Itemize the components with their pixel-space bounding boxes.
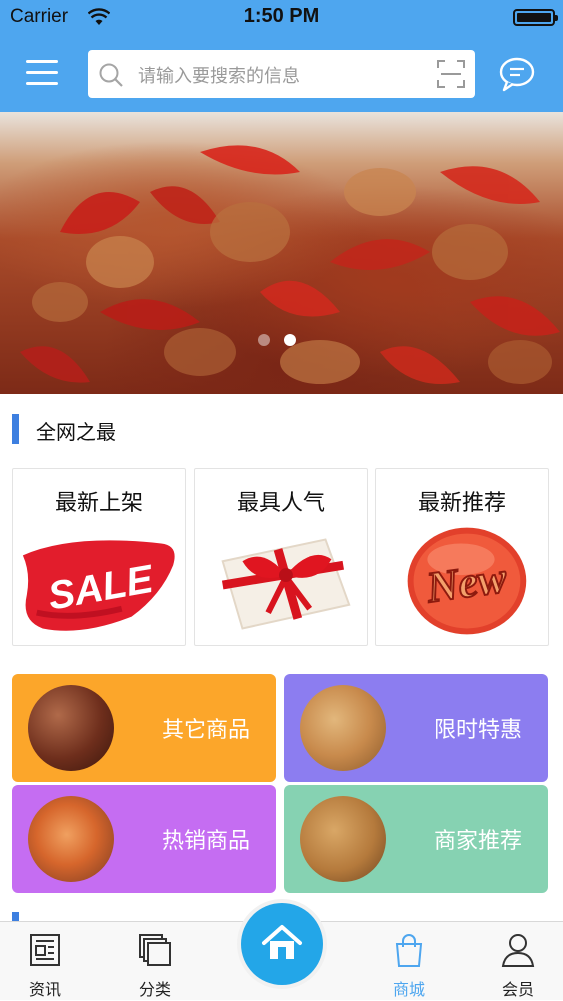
- banner-dot-active[interactable]: [284, 334, 296, 346]
- battery-icon: [513, 9, 558, 26]
- category-label: 限时特惠: [433, 718, 522, 743]
- tab-category[interactable]: 分类: [110, 922, 200, 1001]
- tab-member[interactable]: 会员: [473, 922, 563, 1001]
- category-tile-hot-sales[interactable]: 热销商品: [12, 785, 276, 893]
- category-label: 商家推荐: [433, 829, 522, 854]
- feature-card-recommended[interactable]: 最新推荐 New: [375, 468, 549, 646]
- feature-card-title: 最具人气: [236, 491, 325, 516]
- sale-badge-icon: SALE: [22, 540, 175, 631]
- menu-button[interactable]: [26, 58, 60, 88]
- scan-icon[interactable]: [437, 60, 465, 88]
- news-icon: [30, 934, 60, 966]
- search-input[interactable]: 请输入要搜索的信息: [138, 62, 300, 88]
- banner-food-image: [20, 145, 560, 384]
- section-title: 全网之最: [36, 420, 116, 444]
- section-accent-bar: [12, 414, 19, 444]
- category-tile-limited-offer[interactable]: 限时特惠: [284, 674, 548, 782]
- tab-label: 分类: [138, 980, 171, 999]
- banner-dot[interactable]: [258, 334, 270, 346]
- status-bar: Carrier 1:50 PM: [0, 0, 563, 36]
- category-photo: [28, 685, 114, 771]
- category-photo: [300, 685, 386, 771]
- new-badge-icon: New: [407, 527, 527, 635]
- category-tile-other-goods[interactable]: 其它商品: [12, 674, 276, 782]
- tab-label: 资讯: [28, 980, 61, 999]
- category-tile-merchant-picks[interactable]: 商家推荐: [284, 785, 548, 893]
- feature-card-popular[interactable]: 最具人气: [194, 468, 368, 646]
- category-icon: [139, 934, 171, 966]
- tab-shop[interactable]: 商城: [364, 922, 454, 1001]
- feature-card-new-arrivals[interactable]: 最新上架 SALE: [12, 468, 186, 646]
- category-label: 其它商品: [161, 718, 250, 743]
- category-photo: [28, 796, 114, 882]
- status-time: 1:50 PM: [243, 5, 320, 27]
- tab-label: 会员: [501, 980, 534, 999]
- category-photo: [300, 796, 386, 882]
- home-button[interactable]: [241, 903, 323, 985]
- category-label: 热销商品: [161, 829, 250, 854]
- search-bar[interactable]: 请输入要搜索的信息: [88, 50, 475, 98]
- top-header: Carrier 1:50 PM 请输入要搜索的信息: [0, 0, 563, 112]
- tab-label: 商城: [392, 980, 425, 999]
- home-icon: [262, 925, 302, 959]
- feature-card-title: 最新推荐: [417, 491, 506, 516]
- search-icon: [99, 63, 123, 87]
- shop-bag-icon: [395, 934, 423, 967]
- message-icon[interactable]: [498, 56, 536, 92]
- gift-icon: [221, 538, 351, 630]
- feature-card-title: 最新上架: [54, 491, 143, 516]
- member-icon: [501, 934, 535, 967]
- tab-news[interactable]: 资讯: [0, 922, 90, 1001]
- promo-banner[interactable]: [0, 112, 563, 394]
